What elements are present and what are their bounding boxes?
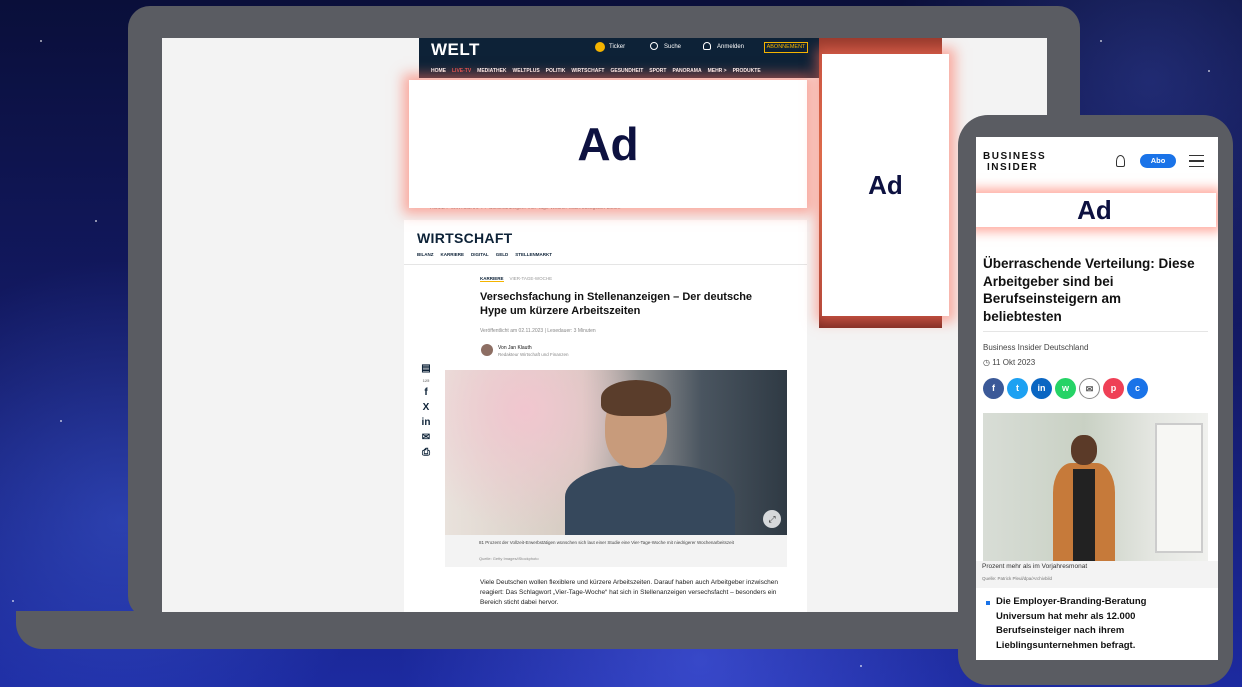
copy-link-icon[interactable]: c [1127,378,1148,399]
print-icon[interactable]: ⎙ [422,447,430,458]
kicker-karriere[interactable]: KARRIERE [480,276,504,282]
welt-logo[interactable]: WELT [431,40,480,60]
comment-count: 125 [422,378,430,383]
search-link[interactable]: Suche [664,44,681,50]
laptop-base [16,611,1016,649]
abo-button[interactable]: Abo [1140,154,1176,168]
nav-item-weltplus[interactable]: WELTPLUS [513,68,540,74]
star [1100,40,1102,42]
publish-date: Veröffentlicht am 02.11.2023 | Lesedauer… [480,328,596,334]
search-icon[interactable] [650,42,658,50]
nav-item-home[interactable]: HOME [431,68,446,74]
hamburger-menu-icon[interactable] [1189,155,1204,167]
comment-icon[interactable]: ▤ [421,363,430,374]
article-kicker: KARRIERE VIER-TAGE-WOCHE [480,276,552,282]
star [12,600,14,602]
article-source[interactable]: Business Insider Deutschland [983,343,1088,352]
nav-item-sport[interactable]: SPORT [649,68,666,74]
star [860,665,862,667]
section-nav-stellenmarkt[interactable]: STELLENMARKT [515,252,552,257]
mail-icon[interactable]: ✉ [422,432,430,443]
article-headline: Versechsfachung in Stellenanzeigen – Der… [480,291,753,317]
laptop-screen: WELT Ticker Suche Anmelden ABONNEMENT HO… [162,38,1047,612]
ticker-icon[interactable] [595,42,605,52]
bi-logo[interactable]: BUSINESS [983,151,1046,162]
facebook-icon[interactable]: f [424,387,427,398]
mail-icon[interactable]: ✉ [1079,378,1100,399]
star [60,420,62,422]
ad-phone-banner[interactable]: Ad [976,193,1216,227]
bullet-marker [986,601,990,605]
section-nav-digital[interactable]: DIGITAL [471,252,489,257]
article-headline: Überraschende Verteilung: Diese Arbeitge… [983,256,1195,324]
author-role: Redakteur Wirtschaft und Finanzen [498,352,569,357]
share-bar: ▤ 125 f X in ✉ ⎙ [418,363,434,458]
photo-caption-box: Prozent mehr als im Vorjahresmonat Quell… [976,561,1218,588]
x-icon[interactable]: X [423,402,430,413]
article-date: ◷ 11 Okt 2023 [983,358,1036,367]
nav-item-produkte[interactable]: PRODUKTE [733,68,761,74]
linkedin-icon[interactable]: in [1031,378,1052,399]
ad-banner[interactable]: Ad [409,80,807,208]
nav-item-live-tv[interactable]: LIVE-TV [452,68,471,74]
star [1208,70,1210,72]
phone-frame: BUSINESS INSIDER Abo Ad Überraschende Ve… [958,115,1233,685]
abo-button[interactable]: ABONNEMENT [764,42,808,53]
hero-person [565,465,735,535]
user-icon[interactable] [1116,155,1125,167]
user-icon[interactable] [703,42,711,50]
section-nav-bilanz[interactable]: BILANZ [417,252,434,257]
linkedin-icon[interactable]: in [422,417,431,428]
login-link[interactable]: Anmelden [717,44,744,50]
article-body: Viele Deutschen wollen flexiblere und kü… [480,579,778,606]
nav-item-panorama[interactable]: PANORAMA [672,68,701,74]
photo-person-head [1071,435,1097,465]
phone-screen: BUSINESS INSIDER Abo Ad Überraschende Ve… [976,137,1218,660]
hero-image: ⤢ [445,370,787,535]
image-caption: 81 Prozent der Vollzeit-Erwerbstätigen w… [479,540,734,545]
main-nav: HOME LIVE-TV MEDIATHEK WELTPLUS POLITIK … [419,63,819,78]
section-nav: BILANZ KARRIERE DIGITAL GELD STELLENMARK… [417,252,552,257]
nav-item-wirtschaft[interactable]: WIRTSCHAFT [571,68,604,74]
share-bar: f t in w ✉ p c [983,378,1148,399]
article-bullet: Die Employer-Branding-Beratung Universum… [996,596,1147,651]
article-page: WIRTSCHAFT BILANZ KARRIERE DIGITAL GELD … [404,220,807,612]
nav-item-mehr[interactable]: MEHR > [708,68,727,74]
nav-item-politik[interactable]: POLITIK [546,68,566,74]
article-photo [983,413,1208,561]
expand-icon[interactable]: ⤢ [763,510,781,528]
section-nav-geld[interactable]: GELD [496,252,509,257]
photo-source: Quelle: Patrick Pleul/dpa/Archivbild [982,576,1053,581]
photo-whiteboard [1155,423,1203,553]
section-title[interactable]: WIRTSCHAFT [417,230,513,246]
welt-header: WELT Ticker Suche Anmelden ABONNEMENT HO… [419,38,819,78]
star [95,220,97,222]
section-nav-karriere[interactable]: KARRIERE [441,252,465,257]
author-name[interactable]: Von Jan Klauth [498,345,532,351]
divider [404,264,807,265]
image-source: Quelle: Getty Images/iStockphoto [479,556,539,561]
whatsapp-icon[interactable]: w [1055,378,1076,399]
photo-person-shirt [1073,469,1095,561]
hero-person-hair [601,380,671,416]
nav-item-gesundheit[interactable]: GESUNDHEIT [610,68,643,74]
pocket-icon[interactable]: p [1103,378,1124,399]
kicker-topic[interactable]: VIER-TAGE-WOCHE [510,276,553,282]
author-avatar[interactable] [481,344,493,356]
ad-skyscraper[interactable]: Ad [822,54,949,316]
ticker-link[interactable]: Ticker [609,44,625,50]
twitter-icon[interactable]: t [1007,378,1028,399]
divider [983,331,1208,332]
image-caption-box: 81 Prozent der Vollzeit-Erwerbstätigen w… [445,535,787,567]
photo-caption: Prozent mehr als im Vorjahresmonat [982,563,1088,570]
facebook-icon[interactable]: f [983,378,1004,399]
date-text: 11 Okt 2023 [992,358,1036,367]
bi-logo-line2[interactable]: INSIDER [987,162,1038,173]
star [40,40,42,42]
nav-item-mediathek[interactable]: MEDIATHEK [477,68,506,74]
